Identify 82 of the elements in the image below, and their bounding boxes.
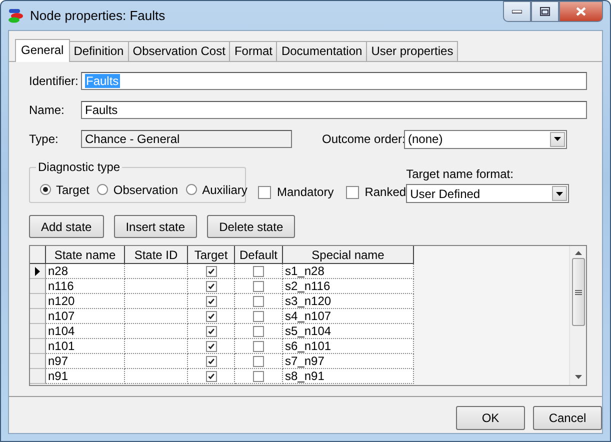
table-cell: s8_n91 (283, 369, 414, 384)
column-header[interactable]: Special name (283, 246, 414, 264)
dropdown[interactable]: User Defined (406, 184, 570, 203)
table-cell: n116 (46, 279, 125, 294)
tab[interactable]: Definition (68, 41, 129, 61)
table-cell: n28 (46, 264, 125, 279)
field-label: Name: (29, 103, 66, 117)
maximize-button[interactable] (531, 1, 559, 22)
table-cell: n101 (46, 339, 125, 354)
table-cell: s7_n97 (283, 354, 414, 369)
field-label: Outcome order: (322, 132, 404, 146)
scrollbar[interactable] (569, 246, 586, 385)
minimize-icon (512, 10, 522, 14)
dropdown-arrow-icon (554, 137, 561, 141)
window-title: Node properties: Faults (30, 8, 166, 23)
table-cell: s2_n116 (283, 279, 414, 294)
table-cell: s6_n101 (283, 339, 414, 354)
minimize-button[interactable] (503, 1, 531, 22)
default-checkbox[interactable] (253, 370, 264, 382)
radio-option[interactable]: Auxiliary (186, 182, 248, 196)
dropdown[interactable]: (none) (404, 130, 567, 148)
tab[interactable]: Format (229, 41, 278, 61)
text-field[interactable]: Faults (81, 101, 587, 119)
table-cell: n104 (46, 324, 125, 339)
radio-option[interactable]: Target (40, 182, 90, 196)
dialog-button[interactable]: Cancel (533, 406, 602, 430)
default-checkbox[interactable] (253, 340, 264, 352)
table-cell: n107 (46, 309, 125, 324)
scroll-down-icon (574, 375, 582, 379)
state-button[interactable]: Delete state (207, 215, 296, 238)
read-only-field: Chance - General (81, 130, 292, 148)
target-checkbox[interactable] (206, 356, 216, 366)
default-checkbox[interactable] (253, 266, 264, 276)
field-label: Type: (29, 132, 60, 146)
target-checkbox[interactable] (206, 280, 216, 292)
checkbox[interactable] (258, 186, 271, 198)
state-button[interactable]: Add state (29, 215, 104, 238)
target-checkbox[interactable] (206, 310, 216, 322)
radio-option[interactable]: Observation (97, 182, 178, 196)
target-checkbox[interactable] (206, 326, 216, 336)
app-icon (8, 8, 24, 22)
target-checkbox[interactable] (206, 266, 216, 276)
close-button[interactable] (559, 1, 603, 22)
row-header[interactable] (30, 264, 46, 279)
default-checkbox[interactable] (253, 326, 264, 336)
column-header[interactable]: Default (235, 246, 283, 264)
target-checkbox[interactable] (206, 296, 216, 306)
table-cell: n91 (46, 369, 125, 384)
current-row-icon (35, 266, 40, 276)
scroll-up-icon (574, 251, 582, 255)
field-label: Identifier: (29, 74, 80, 88)
default-checkbox[interactable] (253, 310, 264, 322)
target-checkbox[interactable] (206, 370, 216, 382)
default-checkbox[interactable] (253, 296, 264, 306)
table-cell: s3_n120 (283, 294, 414, 309)
checkbox[interactable] (346, 186, 359, 198)
group-title: Diagnostic type (36, 160, 122, 174)
column-header[interactable]: State ID (125, 246, 188, 264)
table-cell: s5_n104 (283, 324, 414, 339)
column-header[interactable]: State name (46, 246, 125, 264)
dropdown-arrow-icon (556, 192, 564, 196)
field-label: Target name format: (406, 167, 514, 181)
state-button[interactable]: Insert state (114, 215, 198, 238)
tab[interactable]: Documentation (276, 41, 368, 61)
column-header[interactable]: Target (188, 246, 235, 264)
checkbox-label: Mandatory (277, 185, 334, 199)
dialog-button[interactable]: OK (456, 406, 525, 430)
tab[interactable]: Observation Cost (128, 41, 230, 61)
grip-icon (574, 290, 582, 294)
table-cell: n97 (46, 354, 125, 369)
checkbox-label: Ranked (364, 185, 406, 199)
target-checkbox[interactable] (206, 340, 216, 352)
tab[interactable]: General (15, 39, 70, 62)
default-checkbox[interactable] (253, 356, 264, 366)
table-cell: n120 (46, 294, 125, 309)
default-checkbox[interactable] (253, 280, 264, 292)
tab[interactable]: User properties (366, 41, 458, 61)
table-cell: s1_n28 (283, 264, 414, 279)
scroll-thumb[interactable] (572, 258, 584, 326)
close-icon (576, 7, 586, 16)
maximize-icon (540, 7, 550, 16)
table-cell: s4_n107 (283, 309, 414, 324)
